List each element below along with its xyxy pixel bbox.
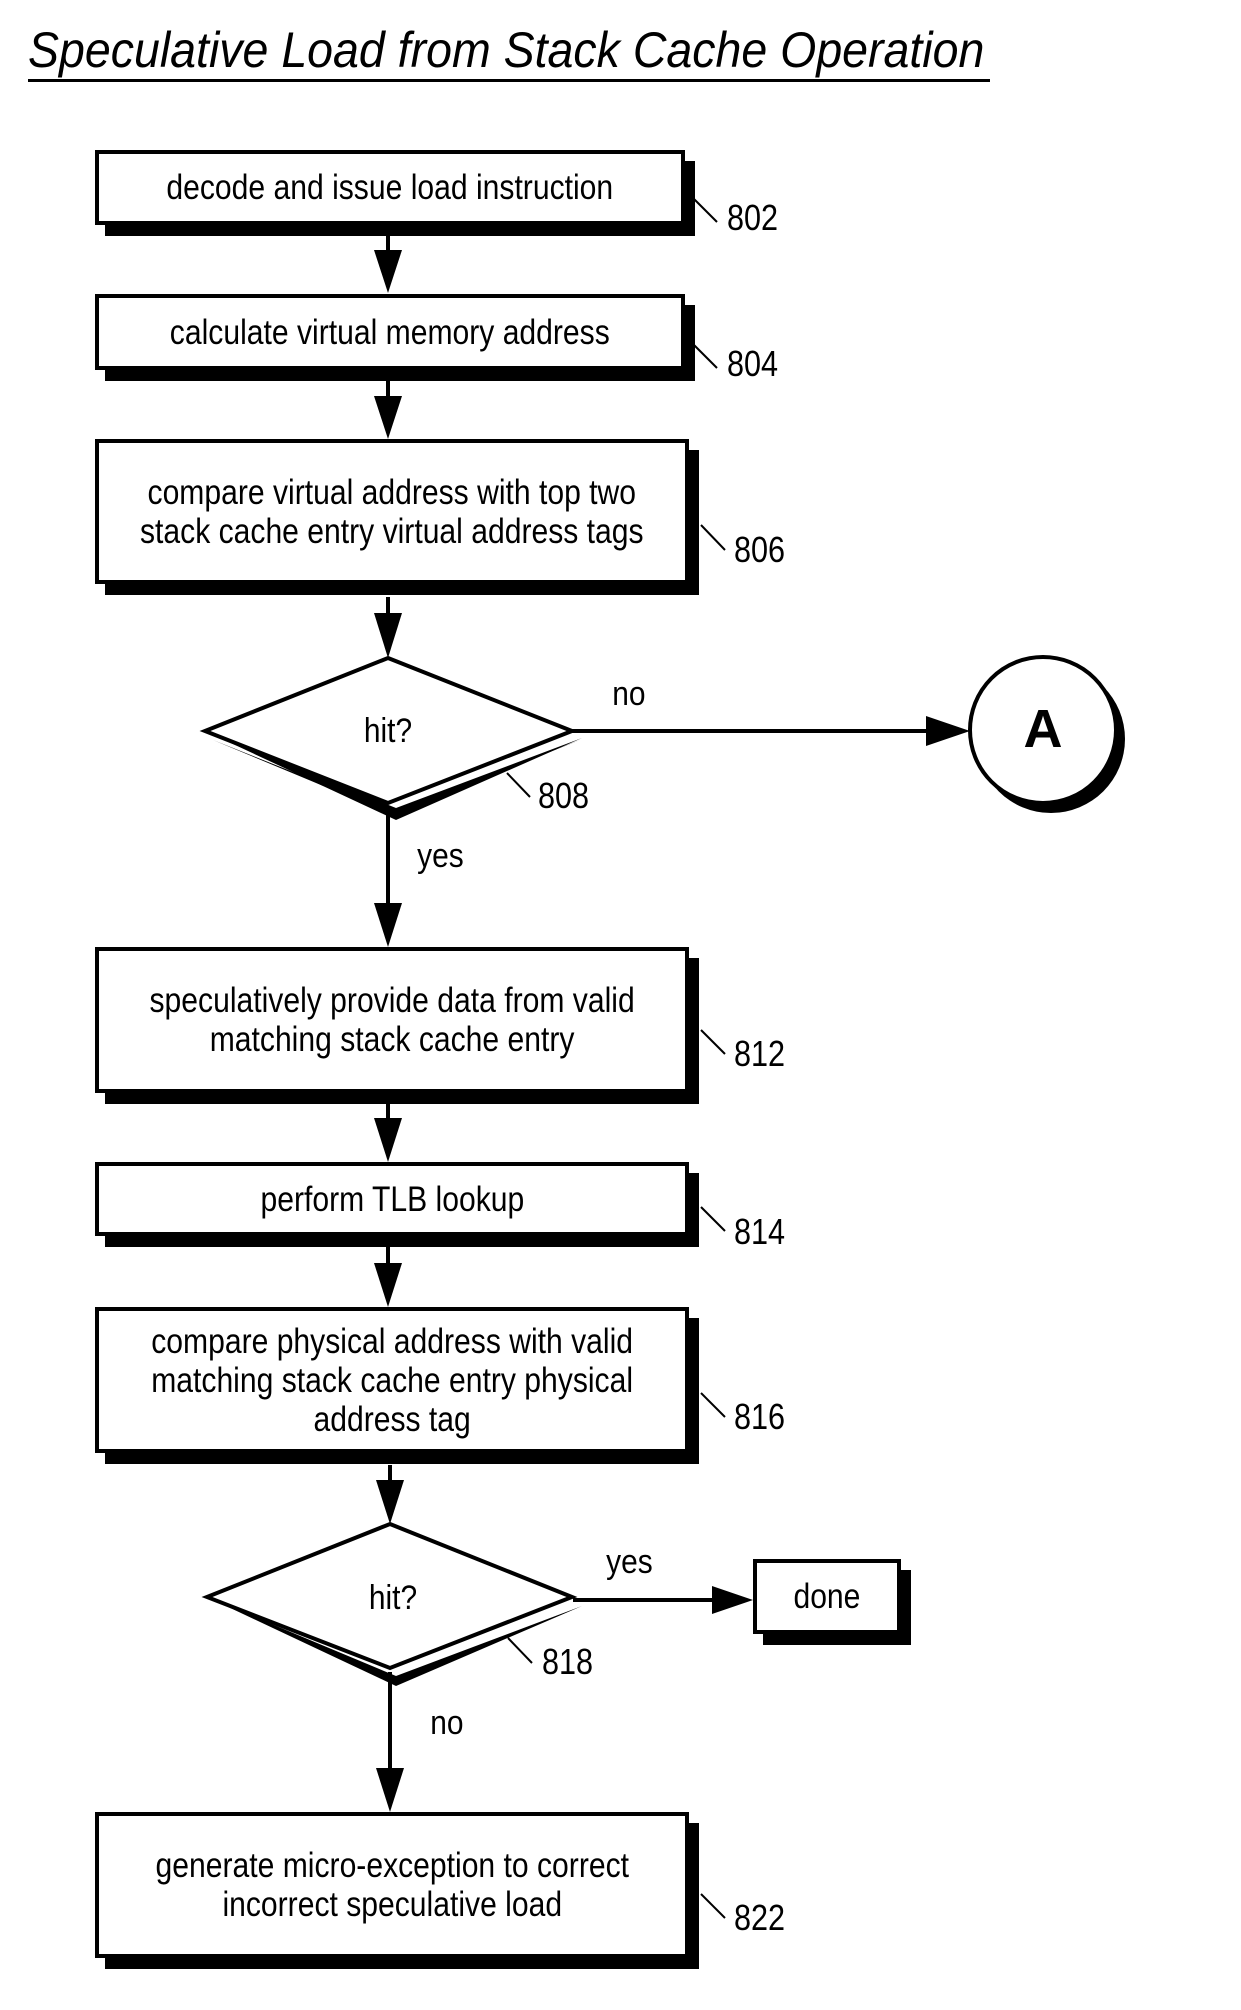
- terminal-done-label: done: [793, 1577, 861, 1616]
- leader-818: [507, 1637, 533, 1664]
- decision-818-no-label: no: [430, 1704, 464, 1742]
- decision-808-yes-label: yes: [417, 837, 464, 875]
- step-812-text-line-1: speculatively provide data from valid: [149, 981, 635, 1020]
- step-814-box: perform TLB lookup: [95, 1162, 689, 1236]
- terminal-done-box: done: [753, 1559, 901, 1634]
- leader-802: [692, 197, 718, 223]
- ref-806: 806: [734, 529, 786, 570]
- decision-808-no-label: no: [612, 675, 646, 713]
- decision-808-text: hit?: [363, 712, 413, 750]
- step-806-text-line-1: compare virtual address with top two: [147, 472, 637, 512]
- arrow-818-822-no: [376, 1672, 404, 1812]
- ref-802: 802: [727, 197, 779, 238]
- step-816-text-line-1: compare physical address with valid: [151, 1321, 633, 1361]
- arrow-814-816: [374, 1247, 402, 1307]
- step-812-text-line-2: matching stack cache entry: [209, 1020, 575, 1059]
- ref-814: 814: [734, 1211, 786, 1252]
- step-802-box: decode and issue load instruction: [95, 150, 685, 225]
- leader-806: [700, 524, 726, 551]
- step-804-box: calculate virtual memory address: [95, 294, 685, 370]
- leader-816: [700, 1392, 726, 1418]
- leader-808: [506, 772, 531, 798]
- step-806-box: compare virtual address with top two sta…: [95, 439, 689, 584]
- arrow-818-done-yes: [573, 1586, 753, 1614]
- ref-808: 808: [538, 775, 590, 816]
- connector-A-label: A: [1023, 699, 1063, 759]
- arrow-812-814: [374, 1103, 402, 1162]
- arrow-808-812-yes: [374, 808, 402, 947]
- leader-814: [700, 1206, 726, 1232]
- arrow-808-A-no: [572, 716, 970, 746]
- step-806-text-line-2: stack cache entry virtual address tags: [140, 511, 644, 551]
- ref-816: 816: [734, 1396, 786, 1437]
- step-822-text-line-2: incorrect speculative load: [222, 1885, 562, 1924]
- step-814-text-line-1: perform TLB lookup: [260, 1179, 524, 1219]
- ref-822: 822: [734, 1897, 786, 1938]
- step-816-box: compare physical address with valid matc…: [95, 1307, 689, 1453]
- arrow-816-818: [376, 1465, 404, 1524]
- decision-818-text: hit?: [368, 1579, 418, 1617]
- arrow-804-806: [374, 380, 402, 439]
- step-812-box: speculatively provide data from valid ma…: [95, 947, 689, 1093]
- step-816-text-line-3: address tag: [313, 1399, 471, 1439]
- leader-822: [700, 1893, 726, 1919]
- step-822-box: generate micro-exception to correct inco…: [95, 1812, 689, 1958]
- arrow-802-804: [374, 235, 402, 293]
- ref-818: 818: [542, 1641, 594, 1682]
- leader-804: [692, 343, 718, 369]
- ref-804: 804: [727, 343, 779, 384]
- step-822-text-line-1: generate micro-exception to correct: [155, 1846, 629, 1885]
- step-802-text-line-1: decode and issue load instruction: [166, 168, 614, 207]
- ref-812: 812: [734, 1033, 786, 1074]
- decision-818-yes-label: yes: [606, 1543, 653, 1581]
- arrow-806-808: [374, 597, 402, 658]
- step-816-text-line-2: matching stack cache entry physical: [151, 1360, 633, 1400]
- step-804-text-line-1: calculate virtual memory address: [170, 312, 610, 352]
- leader-812: [700, 1029, 726, 1055]
